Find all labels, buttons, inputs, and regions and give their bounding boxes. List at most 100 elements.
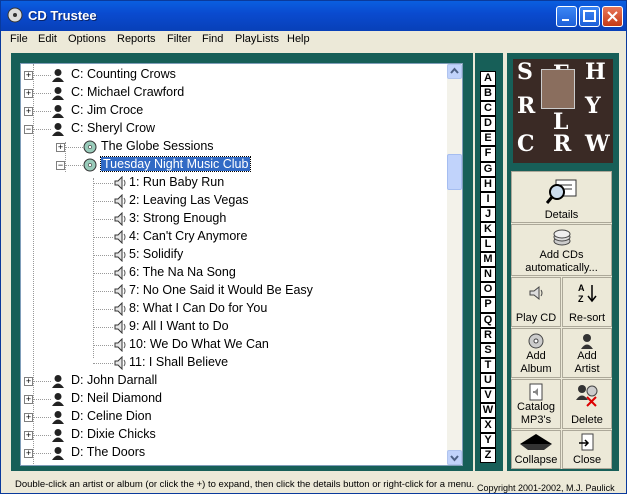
expand-toggle[interactable]: + <box>24 395 33 404</box>
album-art-letter: R <box>553 131 572 157</box>
tree-artist-item[interactable]: + D: Celine Dion <box>21 408 448 426</box>
expand-toggle[interactable]: + <box>24 71 33 80</box>
tree-track-item[interactable]: 1: Run Baby Run <box>21 174 448 192</box>
resort-button[interactable]: AZ Re-sort <box>562 277 612 327</box>
alpha-c-button[interactable]: C <box>480 101 496 117</box>
expand-toggle[interactable]: + <box>56 143 65 152</box>
play-cd-button[interactable]: Play CD <box>511 277 561 327</box>
alpha-r-button[interactable]: R <box>480 327 496 343</box>
tree-connector <box>33 381 51 382</box>
expand-toggle[interactable]: + <box>24 413 33 422</box>
tree-track-item[interactable]: 9: All I Want to Do <box>21 318 448 336</box>
menu-reports[interactable]: Reports <box>117 33 156 45</box>
alpha-s-button[interactable]: S <box>480 342 496 358</box>
alpha-h-button[interactable]: H <box>480 176 496 192</box>
tree-track-item[interactable]: 8: What I Can Do for You <box>21 300 448 318</box>
menu-file[interactable]: File <box>10 33 28 45</box>
speaker-icon <box>113 193 127 209</box>
tree-track-item[interactable]: 7: No One Said it Would Be Easy <box>21 282 448 300</box>
alpha-a-button[interactable]: A <box>480 71 496 87</box>
tree-track-item[interactable]: 10: We Do What We Can <box>21 336 448 354</box>
alpha-y-button[interactable]: Y <box>480 433 496 449</box>
close-window-button[interactable] <box>602 6 623 27</box>
tree-artist-item[interactable]: + D: Neil Diamond <box>21 390 448 408</box>
collapse-button[interactable]: Collapse <box>511 430 561 469</box>
tree-artist-item[interactable]: + D: Dixie Chicks <box>21 426 448 444</box>
alpha-k-button[interactable]: K <box>480 221 496 238</box>
expand-toggle[interactable]: + <box>24 449 33 458</box>
alpha-i-button[interactable]: I <box>480 191 496 207</box>
tree-track-item[interactable]: 11: I Shall Believe <box>21 354 448 372</box>
menu-help[interactable]: Help <box>287 33 310 45</box>
expand-toggle[interactable]: − <box>56 161 65 170</box>
alpha-w-button[interactable]: W <box>480 403 496 419</box>
tree-artist-item[interactable]: + C: Jim Croce <box>21 102 448 120</box>
delete-button[interactable]: Delete <box>562 379 612 429</box>
details-label: Details <box>544 209 579 221</box>
tree-item-label: D: The Doors <box>71 445 146 459</box>
add-cds-label-1: Add CDs <box>539 249 584 261</box>
close-button[interactable]: Close <box>562 430 612 469</box>
tree-album-item[interactable]: − Tuesday Night Music Club <box>21 156 448 174</box>
tree-track-item[interactable]: 5: Solidify <box>21 246 448 264</box>
expand-toggle[interactable]: + <box>24 431 33 440</box>
alpha-d-button[interactable]: D <box>480 116 496 132</box>
details-button[interactable]: Details <box>511 171 612 223</box>
add-cds-button[interactable]: Add CDs automatically... <box>511 224 612 276</box>
scroll-up-arrow[interactable] <box>447 64 462 79</box>
scroll-down-arrow[interactable] <box>447 450 462 465</box>
tree-scrollbar[interactable] <box>447 64 462 465</box>
alpha-m-button[interactable]: M <box>480 252 496 268</box>
alpha-t-button[interactable]: T <box>480 357 496 373</box>
alpha-z-button[interactable]: Z <box>480 448 496 464</box>
tree-artist-item[interactable]: − C: Sheryl Crow <box>21 120 448 138</box>
catalog-mp3-button[interactable]: Catalog MP3's <box>511 379 561 429</box>
copyright-text: Copyright 2001-2002, M.J. Paulick <box>477 483 615 493</box>
artist-tree[interactable]: + C: Counting Crows + C: Michael Crawford + C… <box>20 63 463 466</box>
expand-toggle[interactable]: − <box>24 125 33 134</box>
alpha-f-button[interactable]: F <box>480 146 496 162</box>
minimize-button[interactable] <box>556 6 577 27</box>
tree-track-item[interactable]: 2: Leaving Las Vegas <box>21 192 448 210</box>
menu-filter[interactable]: Filter <box>167 33 191 45</box>
menu-playlists[interactable]: PlayLists <box>235 33 279 45</box>
alpha-x-button[interactable]: X <box>480 418 496 434</box>
alpha-j-button[interactable]: J <box>480 206 496 222</box>
tree-artist-item[interactable]: + C: Counting Crows <box>21 66 448 84</box>
expand-toggle[interactable]: + <box>24 107 33 116</box>
scroll-thumb[interactable] <box>447 154 462 190</box>
alpha-u-button[interactable]: U <box>480 372 496 388</box>
tree-artist-item[interactable]: + D: The Doors <box>21 444 448 462</box>
title-bar[interactable]: CD Trustee <box>1 1 626 31</box>
tree-artist-item[interactable]: + C: Michael Crawford <box>21 84 448 102</box>
alpha-p-button[interactable]: P <box>480 297 496 313</box>
alpha-l-button[interactable]: L <box>480 237 496 253</box>
alpha-q-button[interactable]: Q <box>480 312 496 328</box>
tree-connector <box>93 345 113 346</box>
expand-toggle[interactable]: + <box>24 89 33 98</box>
alpha-b-button[interactable]: B <box>480 86 496 102</box>
alpha-o-button[interactable]: O <box>480 282 496 298</box>
menu-find[interactable]: Find <box>202 33 223 45</box>
tree-item-label: 11: I Shall Believe <box>129 355 229 369</box>
svg-text:Z: Z <box>578 294 584 304</box>
app-icon <box>7 7 23 23</box>
speaker-icon <box>113 229 127 245</box>
menu-edit[interactable]: Edit <box>38 33 57 45</box>
alpha-v-button[interactable]: V <box>480 387 496 404</box>
add-artist-button[interactable]: Add Artist <box>562 328 612 378</box>
tree-artist-item[interactable]: + D: John Darnall <box>21 372 448 390</box>
alpha-e-button[interactable]: E <box>480 131 496 147</box>
alpha-n-button[interactable]: N <box>480 267 496 283</box>
menu-options[interactable]: Options <box>68 33 106 45</box>
tree-album-item[interactable]: + The Globe Sessions <box>21 138 448 156</box>
add-album-button[interactable]: Add Album <box>511 328 561 378</box>
maximize-button[interactable] <box>579 6 600 27</box>
tree-connector <box>93 363 113 364</box>
tree-track-item[interactable]: 6: The Na Na Song <box>21 264 448 282</box>
tree-track-item[interactable]: 4: Can't Cry Anymore <box>21 228 448 246</box>
alpha-g-button[interactable]: G <box>480 161 496 177</box>
tree-track-item[interactable]: 3: Strong Enough <box>21 210 448 228</box>
button-panel: Details Add CDs automatically... Play CD… <box>511 171 612 469</box>
expand-toggle[interactable]: + <box>24 377 33 386</box>
